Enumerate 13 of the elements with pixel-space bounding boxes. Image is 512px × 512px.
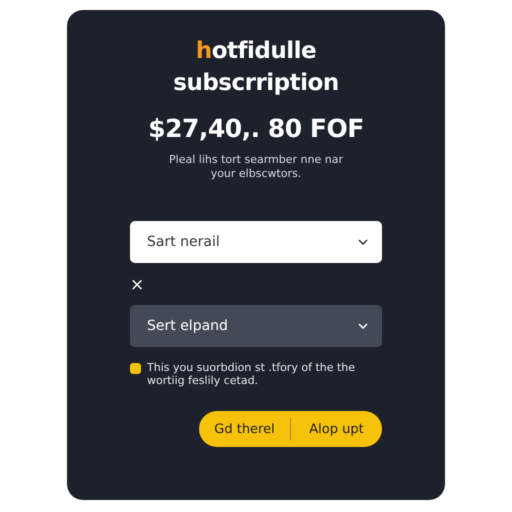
close-icon[interactable]: × [130,275,144,295]
chevron-icon [358,239,368,245]
action-button[interactable]: Alop upt [291,417,382,441]
select-field[interactable]: Sart nerail [130,221,382,263]
description: Pleal lihs tort searmber nne nar your elbscwtors. [168,153,344,181]
price: $27,40,. 80 FOF [148,114,364,143]
action-button[interactable]: Gd therel [199,417,290,441]
chevron-icon [358,323,368,329]
consent-text: This you suorbdion st .tfory of the the wortiig feslily cetad. [147,361,356,387]
select-field[interactable]: Sert elpand [130,305,382,347]
checkbox[interactable] [130,363,141,374]
brand-name: hotfidulle [196,38,316,64]
card-title: subscrription [173,70,339,96]
